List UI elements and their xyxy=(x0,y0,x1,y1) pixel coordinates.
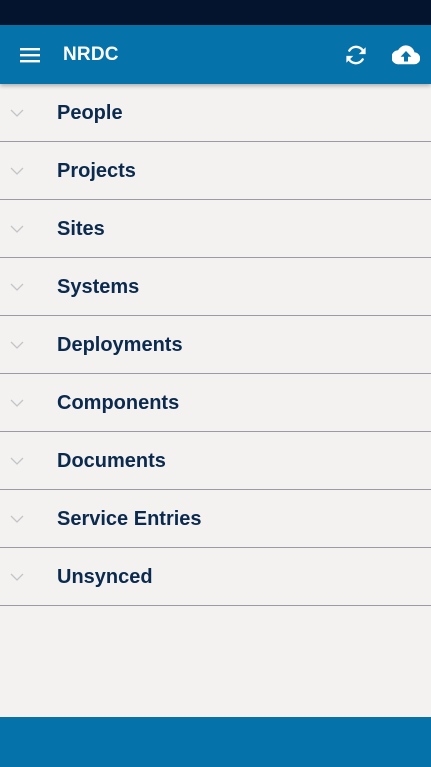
nav-item-systems[interactable]: Systems xyxy=(0,258,431,316)
nav-item-projects[interactable]: Projects xyxy=(0,142,431,200)
app-bar: NRDC xyxy=(0,25,431,84)
chevron-down-icon xyxy=(10,573,24,581)
nav-item-people[interactable]: People xyxy=(0,84,431,142)
chevron-down-icon xyxy=(10,109,24,117)
chevron-down-icon xyxy=(10,283,24,291)
chevron-down-icon xyxy=(10,167,24,175)
nav-item-label: Documents xyxy=(57,450,166,472)
refresh-sync-icon xyxy=(346,45,366,65)
upload-button[interactable] xyxy=(385,35,427,75)
nav-item-label: Projects xyxy=(57,160,136,182)
nav-item-label: Service Entries xyxy=(57,508,202,530)
menu-button[interactable] xyxy=(10,35,50,75)
nav-item-service-entries[interactable]: Service Entries xyxy=(0,490,431,548)
nav-item-label: Systems xyxy=(57,276,140,298)
nav-item-unsynced[interactable]: Unsynced xyxy=(0,548,431,606)
nav-item-deployments[interactable]: Deployments xyxy=(0,316,431,374)
app-title: NRDC xyxy=(63,44,119,65)
chevron-down-icon xyxy=(10,225,24,233)
nav-item-label: Components xyxy=(57,392,180,414)
nav-item-documents[interactable]: Documents xyxy=(0,432,431,490)
chevron-down-icon xyxy=(10,399,24,407)
nav-item-label: Unsynced xyxy=(57,566,153,588)
hamburger-menu-icon xyxy=(20,48,40,63)
nav-list: People Projects Sites Systems Deployment… xyxy=(0,84,431,606)
nav-item-label: Sites xyxy=(57,218,105,240)
chevron-down-icon xyxy=(10,341,24,349)
nav-item-components[interactable]: Components xyxy=(0,374,431,432)
sync-button[interactable] xyxy=(336,35,376,75)
nav-item-label: People xyxy=(57,102,123,124)
bottom-bar xyxy=(0,717,431,767)
chevron-down-icon xyxy=(10,515,24,523)
nav-item-label: Deployments xyxy=(57,334,183,356)
chevron-down-icon xyxy=(10,457,24,465)
status-bar xyxy=(0,0,431,25)
nav-item-sites[interactable]: Sites xyxy=(0,200,431,258)
cloud-upload-icon xyxy=(392,45,420,65)
